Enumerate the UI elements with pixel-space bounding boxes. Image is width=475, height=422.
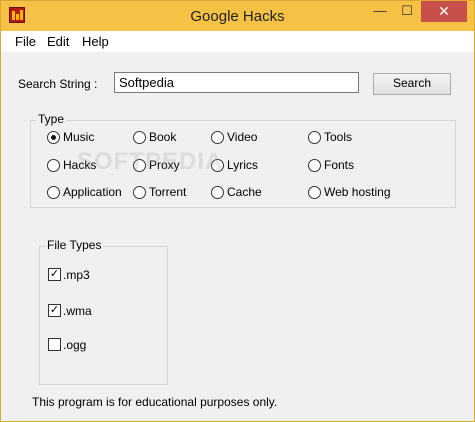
type-group-title: Type bbox=[36, 112, 67, 126]
file-types-group: File Types ✓ .mp3 ✓ .wma .ogg bbox=[39, 238, 168, 385]
type-group: Type Music Book Video Tools Hacks Proxy … bbox=[30, 112, 456, 208]
search-button[interactable]: Search bbox=[373, 73, 451, 95]
title-bar[interactable]: Google Hacks — ☐ ✕ bbox=[1, 1, 474, 31]
footer-note: This program is for educational purposes… bbox=[32, 395, 278, 409]
menu-help[interactable]: Help bbox=[82, 34, 109, 49]
maximize-button[interactable]: ☐ bbox=[394, 1, 420, 22]
menu-file[interactable]: File bbox=[15, 34, 36, 49]
search-input[interactable] bbox=[114, 72, 359, 93]
close-button[interactable]: ✕ bbox=[421, 1, 467, 22]
file-types-group-title: File Types bbox=[45, 238, 104, 252]
search-string-label: Search String : bbox=[18, 77, 98, 91]
menu-edit[interactable]: Edit bbox=[47, 34, 69, 49]
menu-bar: File Edit Help bbox=[1, 31, 474, 52]
app-window: Google Hacks — ☐ ✕ File Edit Help Search… bbox=[0, 0, 475, 422]
minimize-button[interactable]: — bbox=[367, 1, 393, 22]
